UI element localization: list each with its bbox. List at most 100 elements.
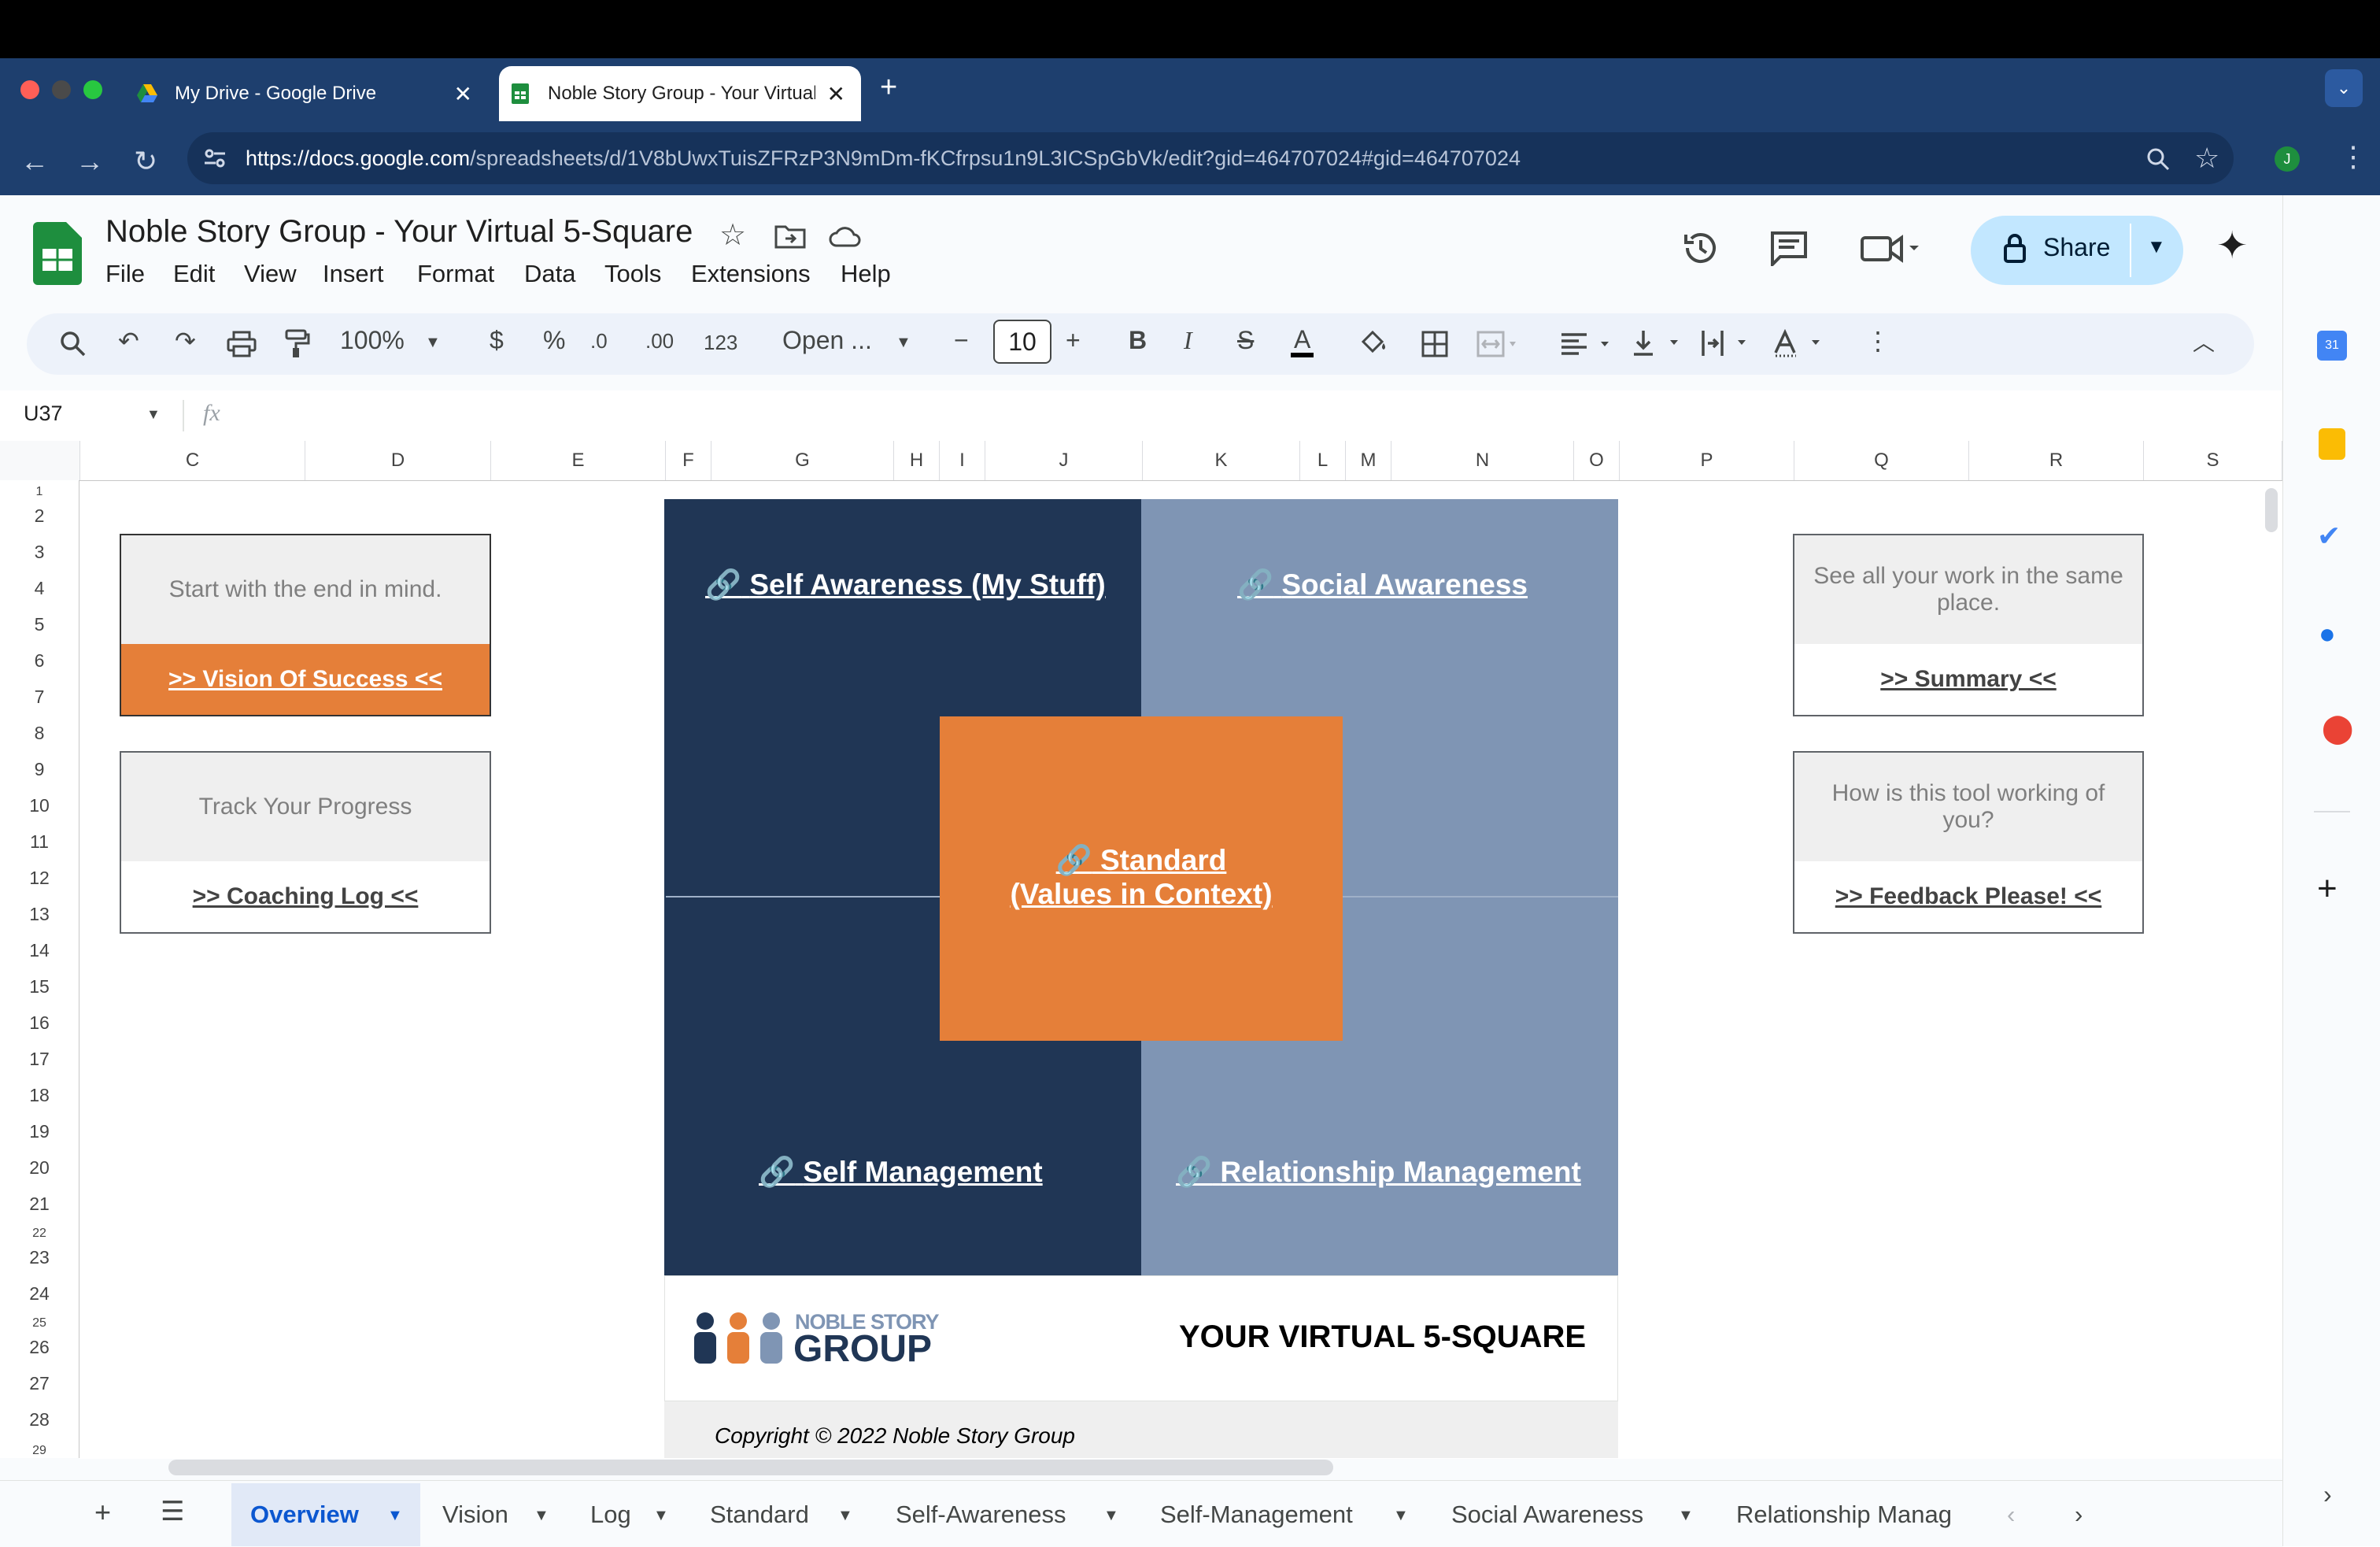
tab-dropdown-icon[interactable]: ▼ <box>837 1507 853 1525</box>
hide-menus-icon[interactable]: ︿ <box>2193 326 2215 357</box>
increase-decimal-button[interactable]: .00 <box>645 329 674 353</box>
maps-icon[interactable]: ⬤ <box>2322 712 2353 745</box>
row-header[interactable]: 6 <box>0 650 79 672</box>
site-info-icon[interactable] <box>201 145 228 172</box>
social-awareness-link[interactable]: 🔗 Social Awareness <box>1237 568 1528 602</box>
tab-dropdown-icon[interactable]: ▼ <box>387 1507 403 1525</box>
font-select[interactable]: Open ... <box>782 326 872 355</box>
keep-icon[interactable] <box>2319 428 2345 460</box>
close-tab-icon[interactable]: ✕ <box>827 81 845 107</box>
self-awareness-link[interactable]: 🔗 Self Awareness (My Stuff) <box>705 568 1106 602</box>
cloud-saved-icon[interactable] <box>828 224 863 249</box>
zoom-dropdown-icon[interactable]: ▼ <box>425 334 441 352</box>
decrease-font-size-button[interactable]: − <box>954 326 969 355</box>
decrease-decimal-button[interactable]: .0 <box>590 329 608 353</box>
column-header[interactable]: R <box>1969 441 2144 480</box>
sheet-tab-vision[interactable]: Vision <box>442 1501 508 1529</box>
currency-format-button[interactable]: $ <box>490 326 504 355</box>
text-rotation-icon[interactable] <box>1772 329 1829 357</box>
sheet-tab-standard[interactable]: Standard <box>710 1501 809 1529</box>
sheet-tab-relationship-management[interactable]: Relationship Manag <box>1736 1501 1975 1529</box>
row-header[interactable]: 14 <box>0 940 79 961</box>
menu-view[interactable]: View <box>244 260 297 288</box>
column-header[interactable]: F <box>666 441 711 480</box>
column-header[interactable]: S <box>2144 441 2282 480</box>
row-header[interactable]: 2 <box>0 505 79 527</box>
row-header[interactable]: 29 <box>0 1444 79 1458</box>
select-all-corner[interactable] <box>0 441 80 480</box>
search-menus-icon[interactable] <box>60 331 87 357</box>
minimize-window-button[interactable] <box>52 80 71 99</box>
zoom-select[interactable]: 100% <box>340 326 405 355</box>
menu-tools[interactable]: Tools <box>604 260 661 288</box>
version-history-icon[interactable] <box>1681 228 1720 268</box>
row-header[interactable]: 19 <box>0 1121 79 1142</box>
merge-cells-icon[interactable] <box>1476 331 1519 357</box>
sheets-logo-icon[interactable] <box>33 222 82 285</box>
name-box-dropdown-icon[interactable]: ▼ <box>146 406 161 423</box>
gemini-icon[interactable]: ✦ <box>2216 224 2248 268</box>
tab-search-icon[interactable]: ⌄ <box>2325 69 2363 107</box>
sheet-tab-self-awareness[interactable]: Self-Awareness <box>896 1501 1066 1529</box>
menu-edit[interactable]: Edit <box>173 260 215 288</box>
column-header[interactable]: I <box>940 441 985 480</box>
menu-data[interactable]: Data <box>524 260 575 288</box>
browser-menu-icon[interactable]: ⋮ <box>2339 140 2367 173</box>
column-header[interactable]: K <box>1143 441 1300 480</box>
print-icon[interactable] <box>227 331 257 357</box>
more-toolbar-icon[interactable]: ⋮ <box>1865 326 1890 356</box>
strikethrough-button[interactable]: S <box>1237 326 1254 355</box>
column-header[interactable]: P <box>1620 441 1794 480</box>
row-header[interactable]: 27 <box>0 1373 79 1394</box>
browser-tab-sheets[interactable]: Noble Story Group - Your Virtual 5-Squar… <box>499 66 861 121</box>
row-header[interactable]: 15 <box>0 976 79 997</box>
undo-icon[interactable]: ↶ <box>118 326 139 356</box>
row-header[interactable]: 9 <box>0 759 79 780</box>
vision-of-success-link[interactable]: >> Vision Of Success << <box>121 644 490 715</box>
row-header[interactable]: 21 <box>0 1194 79 1215</box>
meet-icon[interactable] <box>1859 231 1922 266</box>
column-header[interactable]: N <box>1391 441 1574 480</box>
calendar-icon[interactable]: 31 <box>2317 331 2347 361</box>
horizontal-scroll-thumb[interactable] <box>168 1460 1333 1475</box>
feedback-link[interactable]: >> Feedback Please! << <box>1794 861 2142 932</box>
browser-profile-avatar[interactable]: J <box>2275 146 2300 172</box>
scroll-tabs-right-icon[interactable]: › <box>2075 1501 2082 1529</box>
row-header[interactable]: 17 <box>0 1049 79 1070</box>
row-header[interactable]: 10 <box>0 795 79 816</box>
row-header[interactable]: 23 <box>0 1247 79 1268</box>
row-header[interactable]: 3 <box>0 542 79 563</box>
back-icon[interactable]: ← <box>20 145 49 178</box>
row-header[interactable]: 5 <box>0 614 79 635</box>
menu-extensions[interactable]: Extensions <box>691 260 811 288</box>
row-header[interactable]: 7 <box>0 687 79 708</box>
tasks-icon[interactable]: ✔ <box>2317 520 2341 553</box>
row-header[interactable]: 13 <box>0 904 79 925</box>
row-header[interactable]: 4 <box>0 578 79 599</box>
column-header[interactable]: J <box>985 441 1143 480</box>
show-side-panel-icon[interactable]: › <box>2323 1480 2332 1509</box>
text-wrapping-icon[interactable] <box>1700 329 1755 357</box>
tab-dropdown-icon[interactable]: ▼ <box>1103 1507 1119 1525</box>
row-header[interactable]: 24 <box>0 1283 79 1305</box>
row-header[interactable]: 20 <box>0 1157 79 1179</box>
zoom-icon[interactable] <box>2145 146 2171 172</box>
all-sheets-icon[interactable]: ☰ <box>161 1496 184 1527</box>
standard-link[interactable]: 🔗 Standard (Values in Context) <box>940 844 1343 911</box>
row-header[interactable]: 22 <box>0 1227 79 1241</box>
redo-icon[interactable]: ↷ <box>175 326 196 356</box>
sheet-tab-log[interactable]: Log <box>590 1501 631 1529</box>
horizontal-align-icon[interactable] <box>1560 331 1615 357</box>
browser-tab-drive[interactable]: My Drive - Google Drive ✕ <box>126 66 488 121</box>
reload-icon[interactable]: ↻ <box>134 145 157 178</box>
summary-link[interactable]: >> Summary << <box>1794 644 2142 715</box>
row-header[interactable]: 16 <box>0 1012 79 1034</box>
forward-icon[interactable]: → <box>76 145 104 178</box>
tab-dropdown-icon[interactable]: ▼ <box>534 1507 549 1525</box>
row-header[interactable]: 1 <box>0 485 79 499</box>
menu-insert[interactable]: Insert <box>323 260 384 288</box>
move-folder-icon[interactable] <box>774 224 806 249</box>
column-header[interactable]: C <box>80 441 305 480</box>
zoom-window-button[interactable] <box>83 80 102 99</box>
row-header[interactable]: 26 <box>0 1337 79 1358</box>
